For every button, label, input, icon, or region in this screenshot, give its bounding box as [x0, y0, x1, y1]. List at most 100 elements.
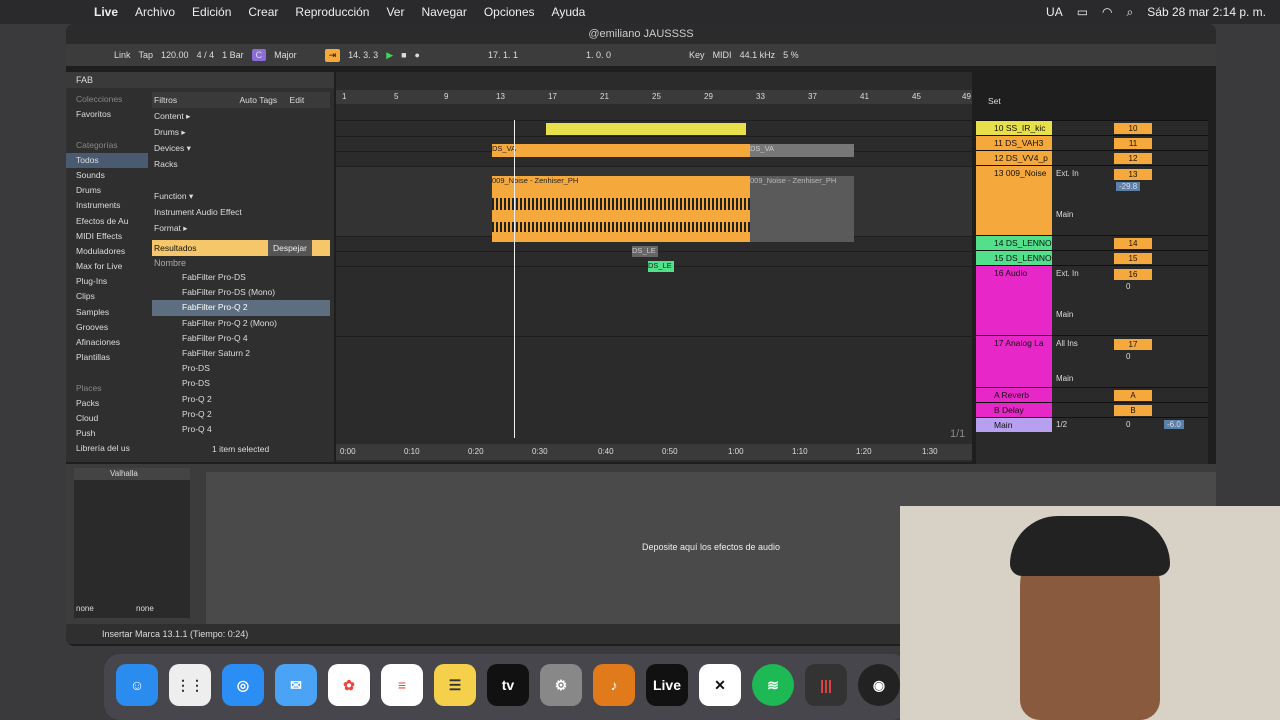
menu-edicion[interactable]: Edición [192, 5, 231, 19]
category-item[interactable]: Clips [66, 289, 148, 304]
track-name[interactable]: 15 DS_LENNO [976, 251, 1052, 265]
name-column-header[interactable]: Nombre [152, 256, 330, 270]
category-item[interactable]: Moduladores [66, 244, 148, 259]
dock-fl-studio[interactable]: ♪ [593, 664, 635, 706]
lang-indicator[interactable]: UA [1046, 5, 1063, 19]
clip-kick[interactable] [546, 123, 746, 135]
track-number[interactable]: B [1114, 405, 1152, 416]
play-icon[interactable]: ▶ [386, 50, 393, 61]
dock-spotify[interactable]: ≋ [752, 664, 794, 706]
record-icon[interactable]: ● [415, 50, 420, 60]
menu-navegar[interactable]: Navegar [421, 5, 466, 19]
track-name[interactable]: 14 DS_LENNO [976, 236, 1052, 250]
dock-audio[interactable]: ||| [805, 664, 847, 706]
clip-lenno[interactable]: DS_LE [648, 261, 674, 272]
category-item[interactable]: Afinaciones [66, 335, 148, 350]
track-number[interactable]: 0 [1126, 420, 1130, 429]
track-number[interactable]: 17 [1114, 339, 1152, 350]
key-map-button[interactable]: Key [689, 50, 705, 60]
dock-mail[interactable]: ✉ [275, 664, 317, 706]
track-name[interactable]: Main [976, 418, 1052, 432]
track-number[interactable]: 11 [1114, 138, 1152, 149]
filter-devices[interactable]: Devices ▾ [152, 140, 330, 156]
result-item[interactable]: FabFilter Pro-Q 2 (Mono) [152, 316, 330, 331]
device-select-a[interactable]: none [76, 604, 94, 613]
category-item[interactable]: Sounds [66, 168, 148, 183]
menu-opciones[interactable]: Opciones [484, 5, 535, 19]
menu-app[interactable]: Live [94, 5, 118, 19]
filters-toggle[interactable]: Filtros [154, 95, 177, 105]
clear-button[interactable]: Despejar [267, 240, 312, 256]
dock-photos[interactable]: ✿ [328, 664, 370, 706]
track-name[interactable]: 16 Audio [976, 266, 1052, 335]
filter-function[interactable]: Function ▾ [152, 188, 330, 204]
category-item[interactable]: Max for Live [66, 259, 148, 274]
result-item[interactable]: Pro-Q 2 [152, 407, 330, 422]
edit-button[interactable]: Edit [290, 95, 305, 105]
loop-length-field[interactable]: 1. 0. 0 [586, 50, 611, 60]
dock-safari[interactable]: ◎ [222, 664, 264, 706]
place-item[interactable]: Push [66, 426, 148, 441]
output-select[interactable]: Main [1056, 310, 1073, 319]
stop-icon[interactable]: ■ [401, 50, 406, 60]
menu-crear[interactable]: Crear [248, 5, 278, 19]
track-name[interactable]: 13 009_Noise [976, 166, 1052, 235]
track-number[interactable]: 16 [1114, 269, 1152, 280]
dock-live[interactable]: Live [646, 664, 688, 706]
dock-settings[interactable]: ⚙ [540, 664, 582, 706]
category-item[interactable]: Instruments [66, 198, 148, 213]
tap-button[interactable]: Tap [139, 50, 154, 60]
input-select[interactable]: Ext. In [1056, 269, 1079, 278]
dock-tv[interactable]: tv [487, 664, 529, 706]
loop-start-field[interactable]: 17. 1. 1 [488, 50, 518, 60]
device-select-b[interactable]: none [136, 604, 154, 613]
category-item[interactable]: Grooves [66, 320, 148, 335]
quantize-select[interactable]: 1 Bar [222, 50, 244, 60]
midi-map-button[interactable]: MIDI [713, 50, 732, 60]
result-item[interactable]: FabFilter Pro-Q 4 [152, 331, 330, 346]
dock-finder[interactable]: ☺ [116, 664, 158, 706]
category-item[interactable]: Todos [66, 152, 148, 168]
result-item-selected[interactable]: FabFilter Pro-Q 2 [152, 300, 330, 316]
category-item[interactable]: MIDI Effects [66, 229, 148, 244]
position-field[interactable]: 14. 3. 3 [348, 50, 378, 60]
main-frac[interactable]: 1/2 [1056, 420, 1067, 429]
clip-noise-ghost[interactable]: 009_Noise - Zenhiser_PH [750, 176, 854, 242]
scale-select[interactable]: Major [274, 50, 297, 60]
filter-racks[interactable]: Racks [152, 156, 330, 172]
volume-field[interactable]: 0 [1126, 282, 1130, 291]
input-select[interactable]: Ext. In [1056, 169, 1079, 178]
track-number[interactable]: 14 [1114, 238, 1152, 249]
filter-format[interactable]: Format ▸ [152, 220, 330, 236]
place-item[interactable]: Librería del us [66, 441, 148, 456]
track-number[interactable]: 13 [1114, 169, 1152, 180]
track-name[interactable]: A Reverb [976, 388, 1052, 402]
follow-button[interactable]: ⇥ [324, 48, 341, 62]
bpm-field[interactable]: 120.00 [161, 50, 189, 60]
filter-drums[interactable]: Drums ▸ [152, 124, 330, 140]
auto-tags-button[interactable]: Auto Tags [240, 95, 278, 105]
playhead[interactable] [514, 120, 515, 438]
clock[interactable]: Sáb 28 mar 2:14 p. m. [1147, 5, 1266, 19]
valhalla-device[interactable]: Valhalla none none [74, 468, 190, 618]
time-ruler[interactable]: 0:00 0:10 0:20 0:30 0:40 0:50 1:00 1:10 … [336, 444, 972, 460]
dock-capcut[interactable]: ✕ [699, 664, 741, 706]
wifi-icon[interactable]: ◠ [1102, 5, 1112, 19]
dock-notes[interactable]: ☰ [434, 664, 476, 706]
menu-ayuda[interactable]: Ayuda [552, 5, 586, 19]
output-select[interactable]: Main [1056, 374, 1073, 383]
filter-function-tags[interactable]: Instrument Audio Effect [152, 204, 330, 220]
menu-archivo[interactable]: Archivo [135, 5, 175, 19]
favorites-item[interactable]: Favoritos [66, 107, 148, 122]
key-button[interactable]: C [251, 49, 267, 61]
volume-field[interactable]: -6.0 [1164, 420, 1184, 429]
result-item[interactable]: FabFilter Saturn 2 [152, 346, 330, 361]
track-number[interactable]: 12 [1114, 153, 1152, 164]
track-name[interactable]: 10 SS_IR_kic [976, 121, 1052, 135]
result-item[interactable]: Pro-Q 4 [152, 422, 330, 437]
volume-field[interactable]: 0 [1126, 352, 1130, 361]
clip-ds-ghost[interactable]: DS_VA [750, 144, 854, 157]
track-number[interactable]: 15 [1114, 253, 1152, 264]
place-item[interactable]: Packs [66, 396, 148, 411]
track-name[interactable]: 11 DS_VAH3 [976, 136, 1052, 150]
